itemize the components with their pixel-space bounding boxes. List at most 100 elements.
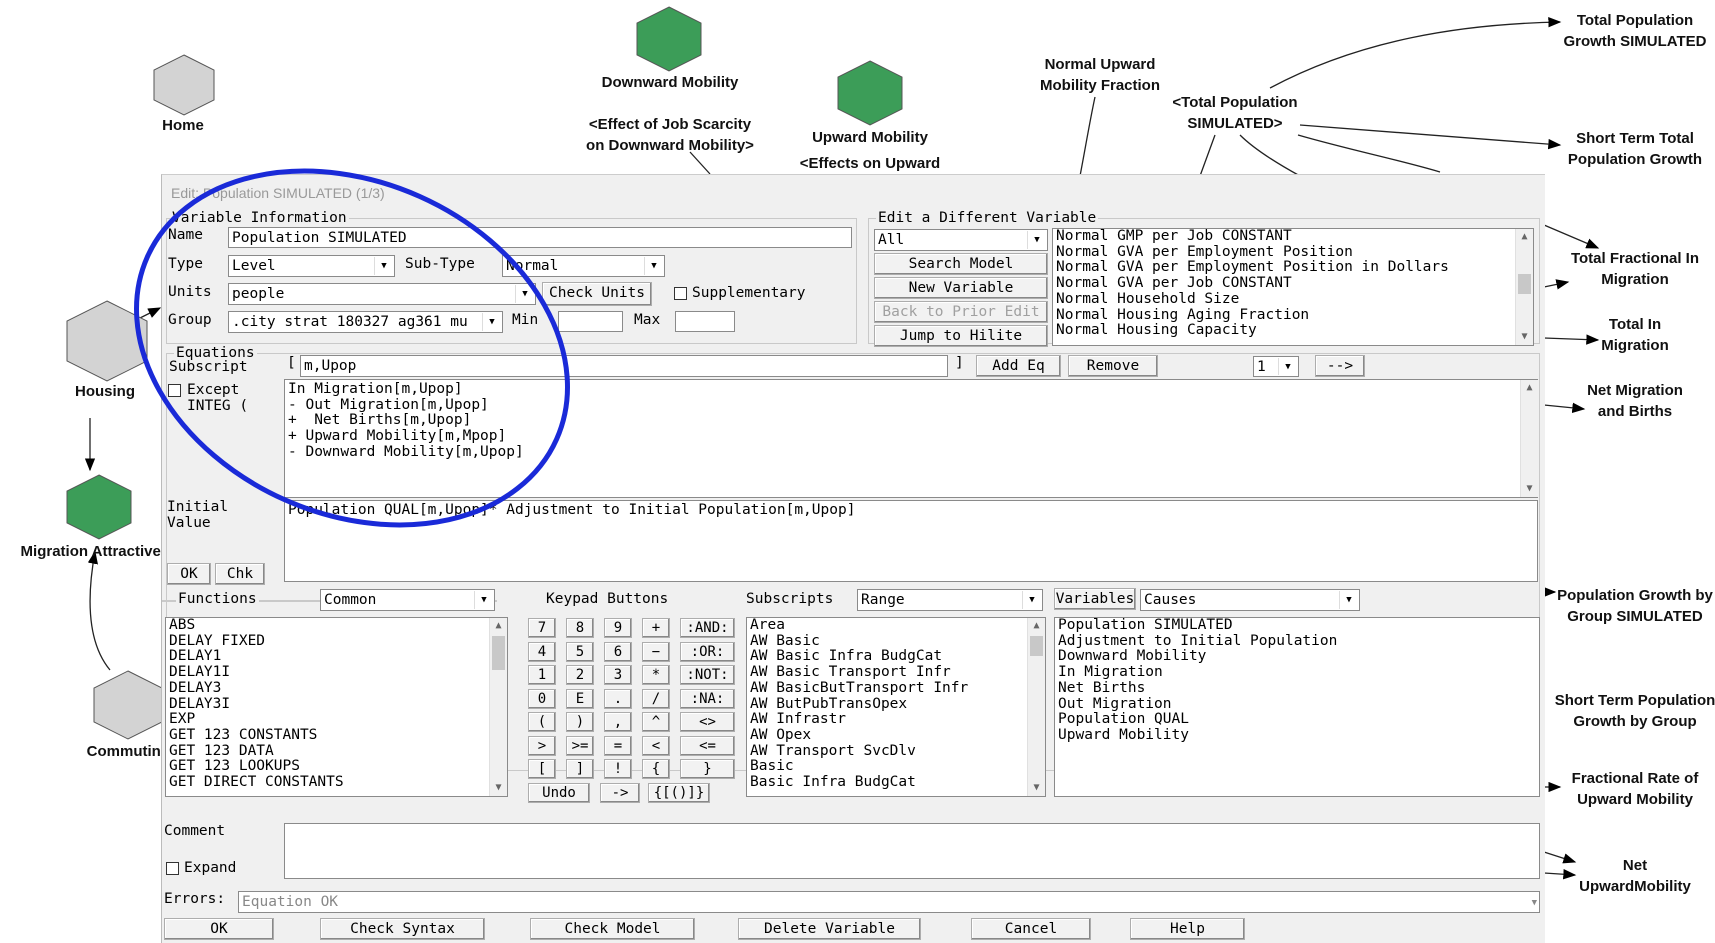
list-item[interactable]: Area [747,618,1045,634]
units-input[interactable]: people ▼ [228,283,536,305]
keypad-key[interactable]: 8 [566,618,594,638]
list-item[interactable]: GET 123 CONSTANTS [166,727,507,744]
keypad-key[interactable]: < [642,735,670,756]
list-item[interactable]: AW Opex [747,727,1045,744]
list-item[interactable]: Normal GVA per Employment Position in Do… [1053,260,1533,276]
list-item[interactable]: DELAY1 [166,649,507,665]
check-model-button[interactable]: Check Model [530,918,695,940]
keypad-key[interactable]: ] [566,759,594,779]
functions-scrollbar[interactable]: ▲ ▼ [489,618,507,796]
list-item[interactable]: Normal GVA per Employment Position [1053,244,1533,261]
keypad-key[interactable]: , [604,712,632,732]
new-variable-button[interactable]: New Variable [874,277,1048,299]
variable-list-scrollbar[interactable]: ▲ ▼ [1515,229,1533,345]
scroll-thumb[interactable] [1030,636,1043,656]
check-syntax-button[interactable]: Check Syntax [320,918,485,940]
equation-textarea[interactable]: In Migration[m,Upop] - Out Migration[m,U… [284,379,1538,498]
list-item[interactable]: AW BasicButTransport Infr [747,680,1045,697]
cancel-button[interactable]: Cancel [971,918,1091,940]
list-item[interactable]: AW Transport SvcDlv [747,743,1045,760]
variables-list[interactable]: Population SIMULATED Adjustment to Initi… [1054,617,1540,797]
list-item[interactable]: Normal Housing Capacity [1053,323,1533,339]
keypad-key[interactable]: <= [680,735,735,756]
keypad-key[interactable]: 4 [528,641,556,662]
add-eq-button[interactable]: Add Eq [976,355,1061,377]
list-item[interactable]: AW Basic Infra BudgCat [747,649,1045,665]
next-equation-button[interactable]: --> [1315,355,1365,377]
keypad-key[interactable]: ! [604,759,632,779]
list-item[interactable]: GET 123 LOOKUPS [166,759,507,775]
list-item[interactable]: Normal GVA per Job CONSTANT [1053,275,1533,292]
list-item[interactable]: Normal Housing Aging Fraction [1053,307,1533,324]
comment-textarea[interactable] [284,823,1540,879]
help-button[interactable]: Help [1130,918,1245,940]
scroll-up-icon[interactable]: ▲ [1028,618,1045,634]
list-item[interactable]: Population SIMULATED [1055,618,1539,634]
scroll-down-icon[interactable]: ▼ [1516,329,1533,345]
ok-button[interactable]: OK [164,918,274,940]
keypad-key[interactable]: 1 [528,665,556,685]
scroll-down-icon[interactable]: ▼ [1028,780,1045,796]
type-select[interactable]: Level ▼ [228,255,395,277]
equation-chk-button[interactable]: Chk [215,563,265,585]
keypad-key[interactable]: * [642,665,670,685]
keypad-key[interactable]: :NOT: [680,665,735,685]
keypad-key[interactable]: 6 [604,641,632,662]
except-checkbox[interactable] [168,384,181,397]
keypad-key[interactable]: :AND: [680,618,735,638]
keypad-key[interactable]: > [528,735,556,756]
functions-filter-select[interactable]: Common ▼ [320,589,495,611]
list-item[interactable]: Out Migration [1055,696,1539,713]
keypad-key[interactable]: 5 [566,641,594,662]
list-item[interactable]: AW ButPubTransOpex [747,696,1045,713]
list-item[interactable]: Basic [747,759,1045,775]
supplementary-checkbox[interactable] [674,287,687,300]
list-item[interactable]: DELAY3I [166,696,507,713]
keypad-key[interactable]: + [642,618,670,638]
keypad-key[interactable]: ) [566,712,594,732]
group-select[interactable]: .city strat 180327 ag361 mu ▼ [228,311,503,333]
subscripts-scrollbar[interactable]: ▲ ▼ [1027,618,1045,796]
list-item[interactable]: Population QUAL [1055,712,1539,728]
list-item[interactable]: ABS [166,618,507,634]
list-item[interactable]: Downward Mobility [1055,649,1539,665]
list-item[interactable]: Normal GMP per Job CONSTANT [1053,229,1533,245]
keypad-key[interactable]: = [604,735,632,756]
scroll-up-icon[interactable]: ▲ [1521,380,1538,396]
arrow-key[interactable]: -> [600,782,640,803]
list-item[interactable]: EXP [166,712,507,728]
functions-list[interactable]: ABS DELAY FIXED DELAY1 DELAY1I DELAY3 DE… [165,617,508,797]
keypad-key[interactable]: >= [566,735,594,756]
list-item[interactable]: DELAY3 [166,680,507,697]
search-model-button[interactable]: Search Model [874,253,1048,275]
list-item[interactable]: GET 123 DATA [166,743,507,760]
subscript-input[interactable]: m,Upop [300,355,948,377]
list-item[interactable]: Upward Mobility [1055,727,1539,744]
expand-checkbox[interactable] [166,862,179,875]
back-to-prior-edit-button[interactable]: Back to Prior Edit [874,301,1048,323]
delete-variable-button[interactable]: Delete Variable [738,918,921,940]
list-item[interactable]: AW Basic [747,633,1045,650]
list-item[interactable]: DELAY1I [166,664,507,681]
list-item[interactable]: Normal Household Size [1053,291,1533,308]
keypad-key[interactable]: :OR: [680,641,735,662]
keypad-key[interactable]: 0 [528,688,556,709]
keypad-key[interactable]: 9 [604,618,632,638]
undo-button[interactable]: Undo [528,782,590,803]
remove-button[interactable]: Remove [1068,355,1158,377]
keypad-key[interactable]: − [642,641,670,662]
scroll-up-icon[interactable]: ▲ [1516,229,1533,245]
braces-key[interactable]: {[()]} [648,782,710,803]
max-input[interactable] [675,311,735,332]
list-item[interactable]: In Migration [1055,664,1539,681]
keypad-key[interactable]: 7 [528,618,556,638]
subscripts-filter-select[interactable]: Range ▼ [857,589,1043,611]
list-item[interactable]: AW Infrastr [747,712,1045,728]
variable-list[interactable]: Normal GMP per Job CONSTANT Normal GVA p… [1052,228,1534,346]
scroll-down-icon[interactable]: ▼ [1521,481,1538,497]
initial-value-textarea[interactable]: Population QUAL[m,Upop]* Adjustment to I… [284,500,1538,582]
scroll-thumb[interactable] [1518,274,1531,294]
list-item[interactable]: DELAY FIXED [166,633,507,650]
equation-ok-button[interactable]: OK [167,563,211,585]
keypad-key[interactable]: } [680,759,735,779]
